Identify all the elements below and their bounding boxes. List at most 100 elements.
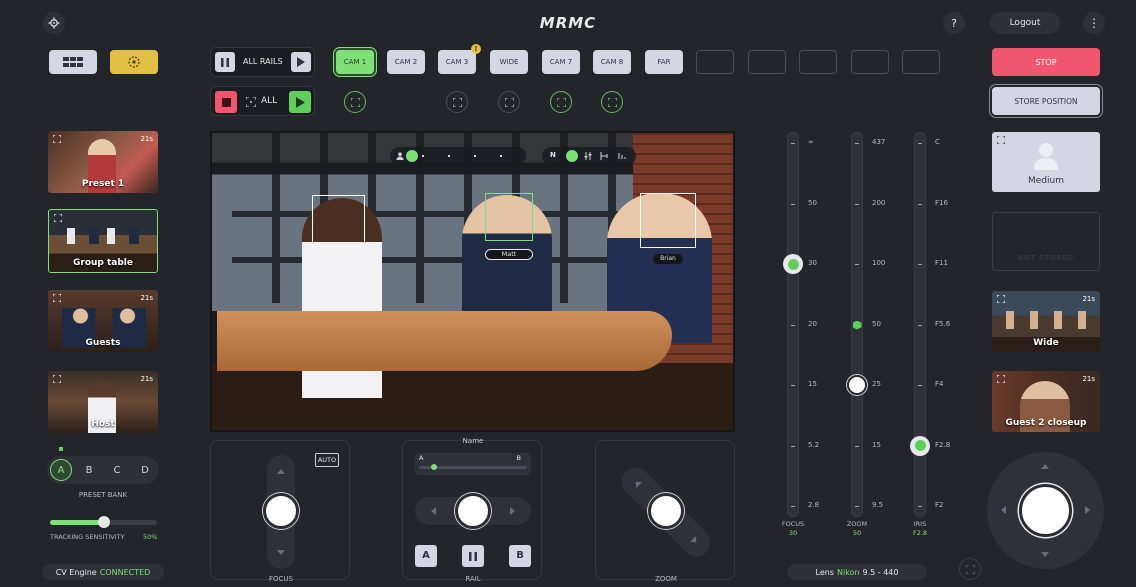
rail-joystick-panel: Name A B A B RAIL (402, 437, 542, 583)
rail-ab-bar: A B (415, 453, 531, 475)
slider-tick-label: ∞ (808, 138, 814, 146)
slider-tick-label: 50 (808, 198, 817, 207)
empty-cam-slot[interactable] (696, 50, 734, 74)
focus-frame-icon (504, 97, 514, 107)
preset-empty-slot[interactable]: NOT STORED (992, 212, 1100, 271)
adjust-icon[interactable] (584, 152, 592, 160)
preset-thumbnail[interactable]: 21s Host (48, 371, 158, 433)
wide-tracking-toggle[interactable] (498, 91, 520, 113)
slider-tick-label: F16 (935, 198, 948, 207)
focus-slider-value: 30 (788, 529, 798, 537)
slider-fill (50, 520, 104, 525)
cam-2-button[interactable]: CAM 2 (387, 50, 425, 74)
slider-tick-label: C (935, 138, 940, 146)
empty-cam-slot[interactable] (851, 50, 889, 74)
all-play-button[interactable] (289, 91, 311, 113)
slider-tick (918, 324, 922, 326)
focus-joystick-panel: AUTO FOCUS (210, 440, 350, 583)
cam-3-warning-badge: ! (471, 44, 481, 54)
cam-7-tracking-toggle[interactable] (550, 91, 572, 113)
cam-8-button[interactable]: CAM 8 (593, 50, 631, 74)
play-icon (297, 57, 305, 67)
preset-thumbnail[interactable]: Group table (48, 209, 158, 273)
rail-position-overlay[interactable] (390, 147, 526, 165)
zoom-joystick-knob[interactable] (648, 493, 684, 529)
pan-tilt-joystick[interactable] (987, 452, 1104, 569)
slider-tick (791, 324, 795, 326)
all-rails-play-button[interactable] (291, 52, 311, 72)
video-feed[interactable]: Matt Brian N (210, 131, 735, 432)
help-button[interactable]: ? (943, 12, 965, 34)
expand-frame-button[interactable] (959, 558, 981, 580)
preset-thumbnail[interactable]: 21s Guest 2 closeup (992, 371, 1100, 432)
not-stored-label: NOT STORED (1017, 254, 1075, 262)
zoom-slider-handle[interactable] (847, 375, 867, 395)
preset-duration: 21s (140, 294, 153, 302)
focus-joystick-knob[interactable] (263, 493, 299, 529)
logout-button[interactable]: Logout (990, 12, 1060, 34)
grid-view-button[interactable] (49, 50, 97, 74)
studio-table (217, 311, 672, 371)
slider-tick-label: 9.5 (872, 501, 884, 509)
empty-cam-slot[interactable] (799, 50, 837, 74)
wide-button[interactable]: WIDE (490, 50, 528, 74)
focus-frame-icon (246, 97, 256, 107)
slider-tick (918, 143, 922, 144)
preset-thumbnail[interactable]: 21s Preset 1 (48, 131, 158, 193)
all-record-control: ALL (210, 86, 315, 116)
slider-tick-label: 50 (872, 319, 881, 328)
focus-frame-icon (997, 375, 1005, 383)
empty-cam-slot[interactable] (902, 50, 940, 74)
bank-c-button[interactable]: C (106, 459, 128, 481)
slider-tick-label: F5.6 (935, 319, 951, 328)
bank-b-button[interactable]: B (78, 459, 100, 481)
north-label: N (550, 151, 556, 159)
focus-slider-handle[interactable] (783, 254, 803, 274)
chevron-up-icon (1041, 464, 1049, 469)
focus-frame-icon (53, 375, 61, 383)
cam-3-tracking-toggle[interactable] (446, 91, 468, 113)
pan-tilt-knob[interactable] (1019, 484, 1072, 537)
bank-d-button[interactable]: D (134, 459, 156, 481)
brian-face-box (640, 193, 696, 248)
more-menu-button[interactable]: ⋮ (1083, 12, 1105, 34)
cam-3-button[interactable]: CAM 3 (438, 50, 476, 74)
tracking-target-button[interactable] (110, 50, 158, 74)
cam-7-button[interactable]: CAM 7 (542, 50, 580, 74)
far-button[interactable]: FAR (645, 50, 683, 74)
rail-a-button[interactable]: A (415, 545, 437, 567)
rail-joystick-knob[interactable] (455, 493, 491, 529)
slider-tick-label: 2.8 (808, 501, 820, 509)
tracking-lock-toggle[interactable] (566, 150, 578, 162)
stop-button[interactable]: STOP (992, 48, 1100, 76)
tracking-sensitivity-slider[interactable] (50, 516, 157, 528)
cam-8-tracking-toggle[interactable] (601, 91, 623, 113)
store-position-button[interactable]: STORE POSITION (992, 87, 1100, 115)
auto-focus-button[interactable]: AUTO (315, 453, 339, 467)
info-icon[interactable] (618, 152, 626, 160)
chevron-down-icon (277, 550, 285, 555)
rail-pause-button[interactable] (462, 545, 484, 567)
rail-name-label: Name (462, 437, 484, 445)
preset-label: Guest 2 closeup (1005, 418, 1087, 428)
cam-1-tracking-toggle[interactable] (344, 91, 366, 113)
slider-handle[interactable] (97, 516, 110, 528)
iris-slider-label: IRIS (913, 520, 927, 528)
empty-cam-slot[interactable] (748, 50, 786, 74)
record-stop-button[interactable] (215, 91, 237, 113)
preset-thumbnail[interactable]: 21s Wide (992, 291, 1100, 352)
bank-a-button[interactable]: A (50, 459, 72, 481)
focus-frame-icon (607, 97, 617, 107)
focus-slider-label: FOCUS (781, 520, 805, 528)
preset-bank-label: PRESET BANK (78, 491, 128, 499)
slider-tick (791, 445, 795, 447)
cam-1-button[interactable]: CAM 1 (336, 50, 374, 74)
iris-slider-handle[interactable] (910, 435, 930, 456)
preset-thumbnail[interactable]: Medium (992, 132, 1100, 192)
preset-thumbnail[interactable]: 21s Guests (48, 290, 158, 352)
all-rails-pause-button[interactable] (215, 52, 235, 72)
rail-position-knob[interactable] (406, 150, 418, 162)
rail-b-button[interactable]: B (509, 545, 531, 567)
frame-adjust-icon[interactable] (600, 152, 608, 160)
slider-handle-indicator (914, 440, 926, 451)
